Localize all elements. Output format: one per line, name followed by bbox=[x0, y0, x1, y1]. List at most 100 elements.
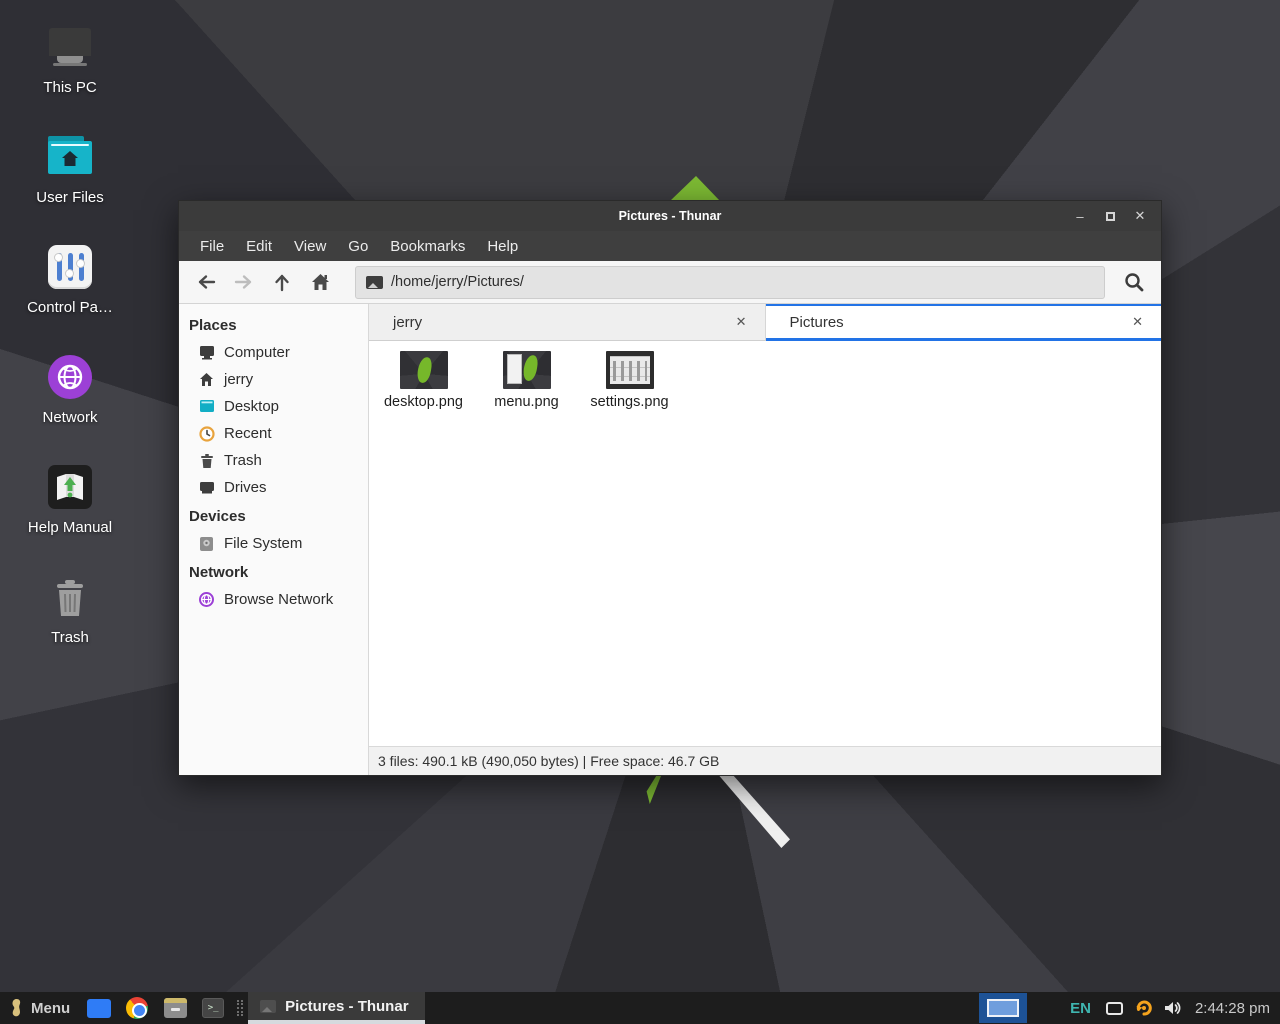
sidebar-item-recent[interactable]: Recent bbox=[179, 420, 368, 447]
menu-help[interactable]: Help bbox=[476, 234, 529, 259]
menu-png-thumbnail bbox=[503, 351, 551, 389]
taskbar-window-button[interactable]: Pictures - Thunar bbox=[248, 992, 424, 1024]
active-workspace bbox=[987, 999, 1019, 1017]
menu-view[interactable]: View bbox=[283, 234, 337, 259]
menu-button[interactable]: Menu bbox=[0, 992, 80, 1024]
desktop-png-thumbnail bbox=[400, 351, 448, 389]
search-button[interactable] bbox=[1115, 265, 1153, 299]
tab-jerry[interactable]: jerry ✕ bbox=[369, 304, 766, 341]
sidebar-item-trash[interactable]: Trash bbox=[179, 447, 368, 474]
network-globe-icon bbox=[47, 354, 93, 400]
up-button[interactable] bbox=[263, 265, 301, 299]
sidebar-item-label: jerry bbox=[224, 371, 253, 388]
menu-edit[interactable]: Edit bbox=[235, 234, 283, 259]
file-name: menu.png bbox=[494, 394, 559, 410]
path-text: /home/jerry/Pictures/ bbox=[391, 274, 524, 290]
control-panel-icon bbox=[47, 244, 93, 290]
titlebar[interactable]: Pictures - Thunar – ✕ bbox=[179, 201, 1161, 231]
sidebar-item-desktop[interactable]: Desktop bbox=[179, 393, 368, 420]
forward-button[interactable] bbox=[225, 265, 263, 299]
computer-icon bbox=[198, 344, 215, 361]
sidebar-item-browse-network[interactable]: Browse Network bbox=[179, 586, 368, 613]
update-manager-tray-icon[interactable] bbox=[1134, 998, 1154, 1018]
file-name: settings.png bbox=[590, 394, 668, 410]
taskbar-window-label: Pictures - Thunar bbox=[285, 998, 408, 1015]
close-button[interactable]: ✕ bbox=[1127, 205, 1153, 227]
desktop-icon-user-files[interactable]: User Files bbox=[16, 134, 124, 206]
sidebar-item-jerry[interactable]: jerry bbox=[179, 366, 368, 393]
status-bar: 3 files: 490.1 kB (490,050 bytes) | Free… bbox=[369, 746, 1161, 775]
mint-menu-icon bbox=[8, 998, 23, 1018]
desktop-icon-network[interactable]: Network bbox=[16, 354, 124, 426]
home-button[interactable] bbox=[301, 265, 339, 299]
drives-icon bbox=[198, 479, 215, 496]
volume-tray-icon[interactable] bbox=[1164, 1000, 1182, 1016]
file-manager-launcher[interactable] bbox=[162, 995, 188, 1021]
sidebar-item-computer[interactable]: Computer bbox=[179, 339, 368, 366]
sidebar-item-label: Trash bbox=[224, 452, 262, 469]
show-desktop-icon bbox=[87, 999, 111, 1018]
panel-drag-handle[interactable] bbox=[237, 1000, 243, 1016]
home-icon bbox=[198, 371, 215, 388]
tab-close-icon[interactable]: ✕ bbox=[730, 312, 753, 332]
trash-icon bbox=[198, 452, 215, 469]
minimize-button[interactable]: – bbox=[1067, 205, 1093, 227]
sidebar-item-label: Browse Network bbox=[224, 591, 333, 608]
menubar: File Edit View Go Bookmarks Help bbox=[179, 231, 1161, 261]
file-menu-png[interactable]: menu.png bbox=[478, 351, 575, 410]
status-text: 3 files: 490.1 kB (490,050 bytes) | Free… bbox=[378, 753, 719, 769]
settings-png-thumbnail bbox=[606, 351, 654, 389]
window-title: Pictures - Thunar bbox=[179, 209, 1161, 223]
desktop-icon-label: Control Pa… bbox=[27, 299, 113, 316]
desktop-icon-label: This PC bbox=[43, 79, 96, 96]
desktop-icon-help-manual[interactable]: Help Manual bbox=[16, 464, 124, 536]
wallpaper-white-sliver bbox=[718, 776, 790, 848]
menu-button-label: Menu bbox=[31, 1000, 70, 1017]
clock-icon bbox=[198, 425, 215, 442]
wallpaper-green-sliver bbox=[645, 776, 661, 804]
maximize-icon bbox=[1106, 212, 1115, 221]
hard-disk-icon bbox=[198, 535, 215, 552]
desktop-icon-this-pc[interactable]: This PC bbox=[16, 24, 124, 96]
desktop-icon-control-panel[interactable]: Control Pa… bbox=[16, 244, 124, 316]
help-manual-icon bbox=[47, 464, 93, 510]
tab-pictures[interactable]: Pictures ✕ bbox=[766, 304, 1162, 341]
wallpaper-green-triangle bbox=[670, 176, 720, 201]
image-location-icon bbox=[366, 276, 383, 289]
refresh-icon bbox=[1134, 998, 1154, 1018]
tab-label: jerry bbox=[393, 314, 422, 331]
file-settings-png[interactable]: settings.png bbox=[581, 351, 678, 410]
back-button[interactable] bbox=[187, 265, 225, 299]
sidebar-item-file-system[interactable]: File System bbox=[179, 530, 368, 557]
menu-bookmarks[interactable]: Bookmarks bbox=[379, 234, 476, 259]
maximize-button[interactable] bbox=[1097, 205, 1123, 227]
network-globe-icon bbox=[198, 591, 215, 608]
menu-go[interactable]: Go bbox=[337, 234, 379, 259]
chrome-launcher[interactable] bbox=[124, 995, 150, 1021]
terminal-launcher[interactable]: >_ bbox=[200, 995, 226, 1021]
speaker-icon bbox=[1164, 1000, 1182, 1016]
desktop-icon-label: Trash bbox=[51, 629, 89, 646]
image-window-icon bbox=[260, 1000, 276, 1013]
desktop-icon-label: User Files bbox=[36, 189, 104, 206]
menu-file[interactable]: File bbox=[189, 234, 235, 259]
sidebar-item-drives[interactable]: Drives bbox=[179, 474, 368, 501]
display-tray-icon[interactable] bbox=[1106, 1002, 1123, 1015]
trash-icon bbox=[47, 574, 93, 620]
sidebar-header-places: Places bbox=[179, 310, 368, 339]
tab-close-icon[interactable]: ✕ bbox=[1126, 312, 1149, 332]
computer-icon bbox=[47, 24, 93, 70]
desktop-icon-label: Network bbox=[42, 409, 97, 426]
file-desktop-png[interactable]: desktop.png bbox=[375, 351, 472, 410]
desktop-icon-trash[interactable]: Trash bbox=[16, 574, 124, 646]
show-desktop-launcher[interactable] bbox=[86, 995, 112, 1021]
sidebar-item-label: Desktop bbox=[224, 398, 279, 415]
thunar-window: Pictures - Thunar – ✕ File Edit View Go … bbox=[178, 200, 1162, 776]
clock[interactable]: 2:44:28 pm bbox=[1195, 1000, 1270, 1017]
sidebar-header-network: Network bbox=[179, 557, 368, 586]
file-view[interactable]: desktop.png menu.png settings.png bbox=[369, 341, 1161, 746]
keyboard-layout-indicator[interactable]: EN bbox=[1070, 1000, 1091, 1017]
workspace-switcher[interactable] bbox=[979, 993, 1027, 1023]
sidebar-item-label: Drives bbox=[224, 479, 267, 496]
path-bar[interactable]: /home/jerry/Pictures/ bbox=[355, 266, 1105, 299]
